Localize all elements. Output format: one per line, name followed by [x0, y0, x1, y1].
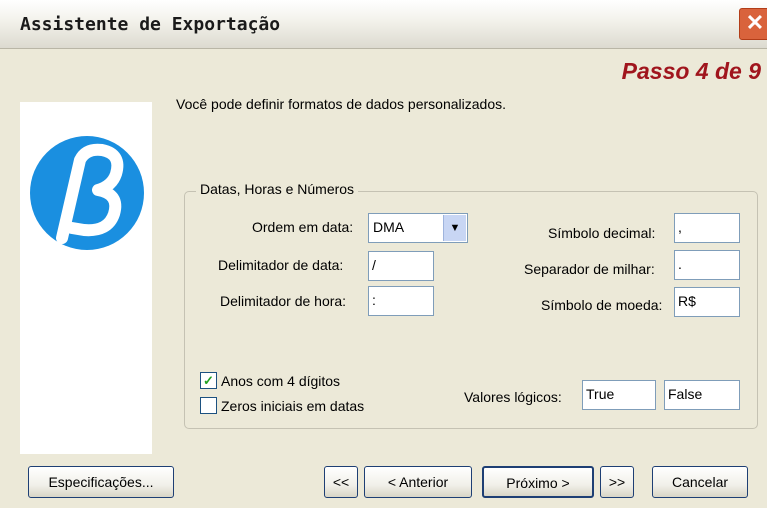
logo-panel — [20, 102, 152, 454]
thousands-separator-field[interactable]: . — [674, 250, 740, 280]
date-delimiter-label: Delimitador de data: — [218, 257, 344, 273]
logical-false-field[interactable]: False — [664, 380, 740, 410]
beta-logo-icon — [30, 136, 144, 250]
time-delimiter-field[interactable]: : — [368, 286, 434, 316]
close-icon[interactable]: ✕ — [739, 8, 767, 40]
four-digit-years-checkbox[interactable]: ✓ — [200, 372, 217, 389]
decimal-symbol-field[interactable]: , — [674, 213, 740, 243]
date-order-label: Ordem em data: — [252, 219, 354, 235]
date-order-select[interactable]: DMA ▼ — [368, 213, 468, 243]
currency-symbol-label: Símbolo de moeda: — [541, 297, 663, 313]
group-title: Datas, Horas e Números — [196, 181, 359, 197]
date-order-value: DMA — [373, 219, 405, 235]
step-indicator: Passo 4 de 9 — [621, 58, 761, 84]
back-button[interactable]: < Anterior — [364, 466, 472, 498]
window-title: Assistente de Exportação — [20, 14, 281, 35]
decimal-symbol-label: Símbolo decimal: — [548, 225, 656, 241]
time-delimiter-label: Delimitador de hora: — [220, 293, 347, 309]
thousands-separator-label: Separador de milhar: — [524, 261, 655, 277]
first-step-button[interactable]: << — [324, 466, 358, 498]
currency-symbol-field[interactable]: R$ — [674, 287, 740, 317]
cancel-button[interactable]: Cancelar — [652, 466, 748, 498]
title-bar: Assistente de Exportação ✕ — [0, 0, 767, 49]
leading-zeros-label: Zeros iniciais em datas — [221, 398, 365, 414]
last-step-button[interactable]: >> — [600, 466, 634, 498]
next-button[interactable]: Próximo > — [482, 466, 594, 498]
logical-true-field[interactable]: True — [582, 380, 656, 410]
date-delimiter-field[interactable]: / — [368, 251, 434, 281]
chevron-down-icon[interactable]: ▼ — [443, 215, 466, 241]
specifications-button[interactable]: Especificações... — [28, 466, 174, 498]
four-digit-years-label: Anos com 4 dígitos — [221, 373, 341, 389]
intro-text: Você pode definir formatos de dados pers… — [176, 96, 506, 112]
logical-values-label: Valores lógicos: — [464, 389, 562, 405]
leading-zeros-checkbox[interactable] — [200, 397, 217, 414]
